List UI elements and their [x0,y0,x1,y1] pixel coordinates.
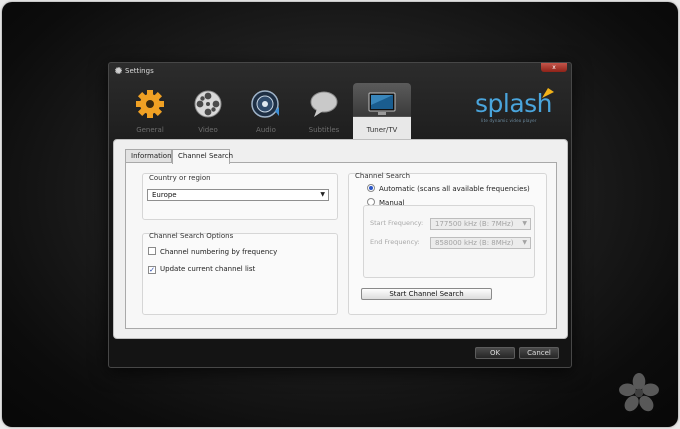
country-value: Europe [152,191,177,199]
options-group: Channel Search Options Channel numbering… [142,232,338,315]
close-button[interactable]: x [541,63,567,72]
tab-label: Tuner/TV [366,126,398,134]
country-select[interactable]: Europe ▼ [147,189,329,201]
update-checkbox[interactable]: ✓ [148,266,156,274]
manual-frequency-group: Start Frequency: 177500 kHz (B: 7MHz) ▼ … [363,205,535,278]
automatic-radio-row[interactable]: Automatic (scans all available frequenci… [367,184,530,194]
gear-icon [136,90,164,118]
tab-tuner-tv[interactable]: Tuner/TV [353,83,411,139]
start-frequency-label: Start Frequency: [370,219,424,227]
title-bar: Settings [109,63,571,79]
start-frequency-value: 177500 kHz (B: 7MHz) [435,220,514,228]
window-title: Settings [125,67,154,75]
automatic-label: Automatic (scans all available frequenci… [379,185,530,193]
speaker-icon [251,90,279,118]
tab-label: Video [198,126,218,134]
cancel-button[interactable]: Cancel [519,347,559,359]
splash-logo: splash lite dynamic video player [473,85,563,125]
chevron-down-icon: ▼ [320,191,325,198]
options-title: Channel Search Options [149,232,234,240]
tab-general[interactable]: General [121,83,179,139]
film-reel-icon [194,90,222,118]
start-frequency-select[interactable]: 177500 kHz (B: 7MHz) ▼ [430,218,531,230]
tab-video[interactable]: Video [179,83,237,139]
ok-button[interactable]: OK [475,347,515,359]
end-frequency-label: End Frequency: [370,238,420,246]
chevron-down-icon: ▼ [522,239,527,246]
tab-label: Subtitles [308,126,340,134]
settings-gear-icon [115,67,122,74]
subtab-channel-search[interactable]: Channel Search [172,149,233,164]
chevron-down-icon: ▼ [522,220,527,227]
update-label: Update current channel list [160,265,256,273]
start-channel-search-button[interactable]: Start Channel Search [361,288,492,300]
search-group: Channel Search Automatic (scans all avai… [348,172,547,315]
subtab-information[interactable]: Information [125,149,172,163]
search-title: Channel Search [355,172,411,180]
country-group: Country or region Europe ▼ [142,173,338,220]
settings-panel: Information Channel Search Country or re… [113,139,568,339]
country-title: Country or region [149,174,211,182]
brand-tagline: lite dynamic video player [481,118,537,123]
automatic-radio[interactable] [367,184,375,192]
end-frequency-select[interactable]: 858000 kHz (B: 8MHz) ▼ [430,237,531,249]
end-frequency-value: 858000 kHz (B: 8MHz) [435,239,514,247]
tab-label: General [136,126,164,134]
tv-monitor-icon [368,92,396,115]
logo-flag-icon [542,88,554,98]
channel-search-sheet: Country or region Europe ▼ Channel Searc… [125,162,557,329]
numbering-checkbox[interactable] [148,247,156,255]
tab-subtitles[interactable]: Subtitles [295,83,353,139]
numbering-checkbox-row[interactable]: Channel numbering by frequency [148,247,277,257]
update-checkbox-row[interactable]: ✓ Update current channel list [148,265,255,274]
tab-label: Audio [256,126,276,134]
settings-dialog: Settings x General Video Audio Subtitles… [108,62,572,368]
flower-icon [619,373,659,412]
tab-audio[interactable]: Audio [237,83,295,139]
numbering-label: Channel numbering by frequency [160,248,278,256]
speech-bubble-icon [310,91,338,117]
